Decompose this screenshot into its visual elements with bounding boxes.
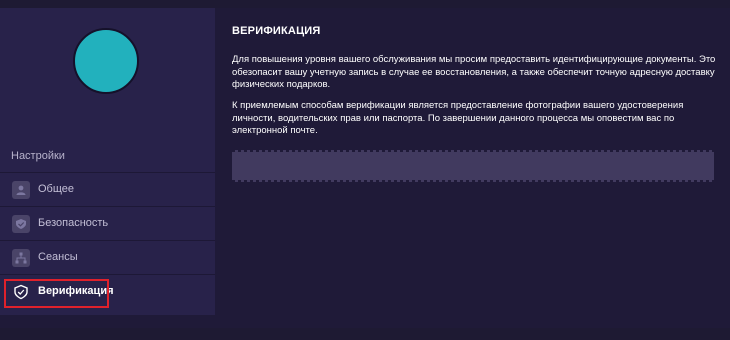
page-title: ВЕРИФИКАЦИЯ — [232, 25, 321, 37]
shield-check-icon — [12, 215, 30, 233]
selection-highlight — [4, 279, 109, 308]
app-frame: Настройки Общее Безопасность Сеансы Вери… — [0, 8, 730, 328]
document-upload-area[interactable] — [232, 150, 714, 182]
verification-description: Для повышения уровня вашего обслуживания… — [232, 54, 716, 90]
network-icon — [12, 249, 30, 267]
sidebar-item-label: Сеансы — [38, 251, 78, 263]
sidebar-item-label: Безопасность — [38, 217, 109, 229]
verification-methods-text: К приемлемым способам верификации являет… — [232, 100, 684, 136]
sidebar-item-security[interactable]: Безопасность — [0, 206, 215, 240]
sidebar-item-sessions[interactable]: Сеансы — [0, 240, 215, 274]
settings-section-title: Настройки — [11, 150, 65, 162]
sidebar-item-label: Общее — [38, 183, 75, 195]
sidebar-footer — [0, 315, 215, 328]
sidebar-item-general[interactable]: Общее — [0, 172, 215, 206]
avatar[interactable] — [73, 28, 139, 94]
user-icon — [12, 181, 30, 199]
